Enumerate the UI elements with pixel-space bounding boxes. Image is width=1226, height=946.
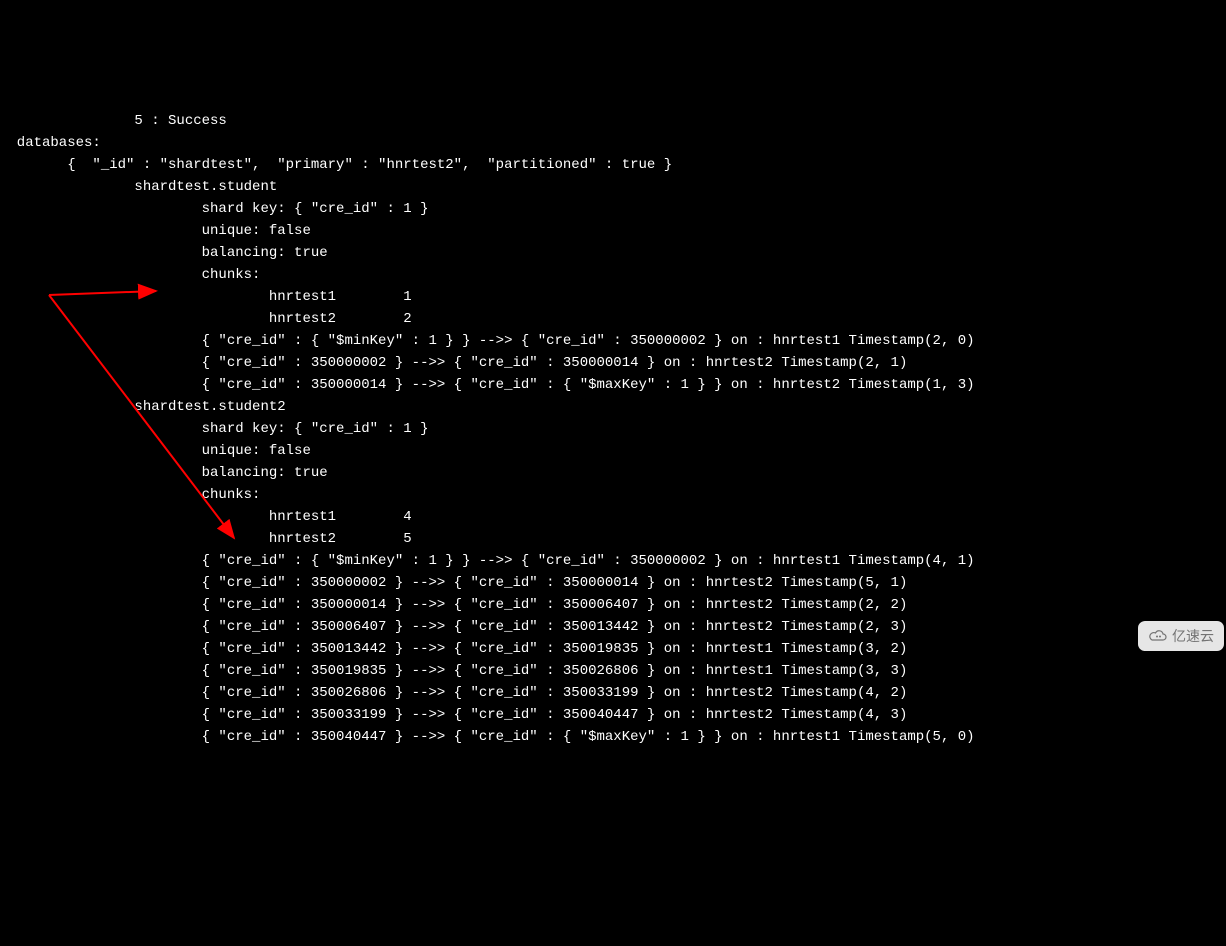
line: { "cre_id" : 350006407 } -->> { "cre_id"… [0, 619, 907, 635]
line: { "cre_id" : { "$minKey" : 1 } } -->> { … [0, 553, 975, 569]
line: { "cre_id" : 350000014 } -->> { "cre_id"… [0, 377, 975, 393]
line: { "cre_id" : 350040447 } -->> { "cre_id"… [0, 729, 975, 745]
line: balancing: true [0, 465, 328, 481]
line: unique: false [0, 223, 311, 239]
line: unique: false [0, 443, 311, 459]
line: { "cre_id" : 350033199 } -->> { "cre_id"… [0, 707, 907, 723]
line: hnrtest2 5 [0, 531, 412, 547]
line: hnrtest1 1 [0, 289, 412, 305]
line: hnrtest2 2 [0, 311, 412, 327]
line: databases: [0, 135, 101, 151]
line: shard key: { "cre_id" : 1 } [0, 421, 428, 437]
line: { "_id" : "shardtest", "primary" : "hnrt… [0, 157, 672, 173]
line: chunks: [0, 487, 260, 503]
line: hnrtest1 4 [0, 509, 412, 525]
line: { "cre_id" : 350000002 } -->> { "cre_id"… [0, 355, 907, 371]
line: { "cre_id" : 350000002 } -->> { "cre_id"… [0, 575, 907, 591]
line: shardtest.student2 [0, 399, 286, 415]
line: { "cre_id" : 350000014 } -->> { "cre_id"… [0, 597, 907, 613]
line: 5 : Success [0, 113, 227, 129]
watermark: 亿速云 [1138, 621, 1224, 651]
line: { "cre_id" : 350026806 } -->> { "cre_id"… [0, 685, 907, 701]
cloud-icon [1148, 628, 1168, 644]
line: { "cre_id" : 350019835 } -->> { "cre_id"… [0, 663, 907, 679]
line: shardtest.student [0, 179, 277, 195]
line: chunks: [0, 267, 260, 283]
line: { "cre_id" : 350013442 } -->> { "cre_id"… [0, 641, 907, 657]
watermark-text: 亿速云 [1172, 625, 1214, 647]
terminal-output: 5 : Success databases: { "_id" : "shardt… [0, 88, 1226, 748]
line: balancing: true [0, 245, 328, 261]
line: shard key: { "cre_id" : 1 } [0, 201, 428, 217]
line: { "cre_id" : { "$minKey" : 1 } } -->> { … [0, 333, 975, 349]
